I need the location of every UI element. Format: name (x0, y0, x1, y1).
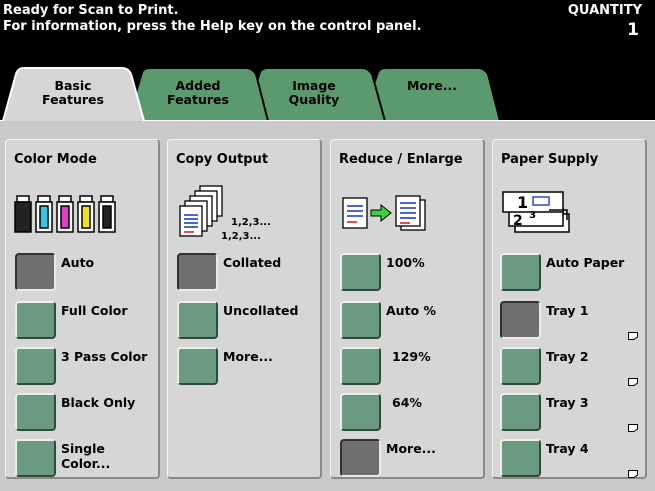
color-mode-option-label: Black Only (61, 395, 136, 410)
tab-more-label: More... (407, 78, 457, 93)
status-help-message: For information, press the Help key on t… (3, 19, 422, 34)
collated-icon-caption-2: 1,2,3... (221, 231, 261, 242)
color-mode-option-label: Auto (61, 255, 95, 270)
paper-supply-option-label: Tray 3 (546, 395, 589, 410)
status-message: Ready for Scan to Print. (3, 3, 179, 18)
copy-output-title: Copy Output (176, 152, 269, 167)
paper-supply-title: Paper Supply (501, 152, 599, 167)
toner-bottles-icon (14, 195, 116, 233)
reduce-enlarge-icon (342, 195, 426, 231)
copy-output-option-label: More... (223, 349, 273, 364)
reduce-enlarge-option-label: 100% (386, 255, 425, 270)
color-mode-option-button[interactable] (15, 253, 56, 291)
copy-output-option-button[interactable] (177, 301, 218, 339)
svg-text:3: 3 (529, 210, 536, 221)
paper-supply-option-label: Auto Paper (546, 255, 625, 270)
copy-output-option-button[interactable] (177, 253, 218, 291)
svg-text:1: 1 (517, 193, 528, 212)
basic-features-panel: Color Mode Copy Output 1,2,3... 1,2,3...… (0, 121, 655, 491)
color-mode-option-button[interactable] (15, 439, 56, 477)
paper-size-icon (628, 325, 638, 340)
paper-supply-option-label: Tray 2 (546, 349, 589, 364)
reduce-enlarge-title: Reduce / Enlarge (339, 152, 463, 167)
color-mode-option-label: 3 Pass Color (61, 349, 148, 364)
status-header: Ready for Scan to Print. For information… (0, 0, 655, 121)
reduce-enlarge-option-label: More... (386, 441, 436, 456)
reduce-enlarge-option-button[interactable] (340, 439, 381, 477)
paper-size-icon (628, 463, 638, 478)
paper-supply-option-button[interactable] (500, 301, 541, 339)
paper-trays-icon: 1 2 3 (502, 191, 570, 233)
reduce-enlarge-option-button[interactable] (340, 253, 381, 291)
color-mode-option-button[interactable] (15, 393, 56, 431)
quantity-label: QUANTITY (567, 3, 642, 18)
color-mode-option-label: Full Color (61, 303, 128, 318)
paper-supply-option-button[interactable] (500, 439, 541, 477)
reduce-enlarge-option-button[interactable] (340, 393, 381, 431)
tab-image-quality-label: Image Quality (288, 78, 340, 107)
paper-supply-option-button[interactable] (500, 393, 541, 431)
reduce-enlarge-option-label: Auto % (386, 303, 437, 318)
paper-size-icon (628, 417, 638, 432)
color-mode-title: Color Mode (14, 152, 97, 167)
paper-supply-option-label: Tray 1 (546, 303, 589, 318)
reduce-enlarge-option-label: 64% (392, 395, 422, 410)
color-mode-option-button[interactable] (15, 347, 56, 385)
tab-added-features-label: Added Features (167, 78, 229, 107)
svg-text:2: 2 (513, 213, 523, 229)
reduce-enlarge-option-button[interactable] (340, 301, 381, 339)
color-mode-option-label: Single Color... (61, 441, 111, 471)
paper-size-icon (628, 371, 638, 386)
paper-supply-option-button[interactable] (500, 253, 541, 291)
copy-output-option-label: Uncollated (223, 303, 299, 318)
reduce-enlarge-option-label: 129% (392, 349, 431, 364)
collated-icon-caption-1: 1,2,3... (231, 217, 271, 228)
quantity-value: 1 (627, 20, 639, 40)
copy-output-option-button[interactable] (177, 347, 218, 385)
tab-basic-features-label: Basic Features (42, 78, 104, 107)
color-mode-option-button[interactable] (15, 301, 56, 339)
reduce-enlarge-option-button[interactable] (340, 347, 381, 385)
paper-supply-option-label: Tray 4 (546, 441, 589, 456)
copy-output-option-label: Collated (223, 255, 282, 270)
paper-supply-option-button[interactable] (500, 347, 541, 385)
